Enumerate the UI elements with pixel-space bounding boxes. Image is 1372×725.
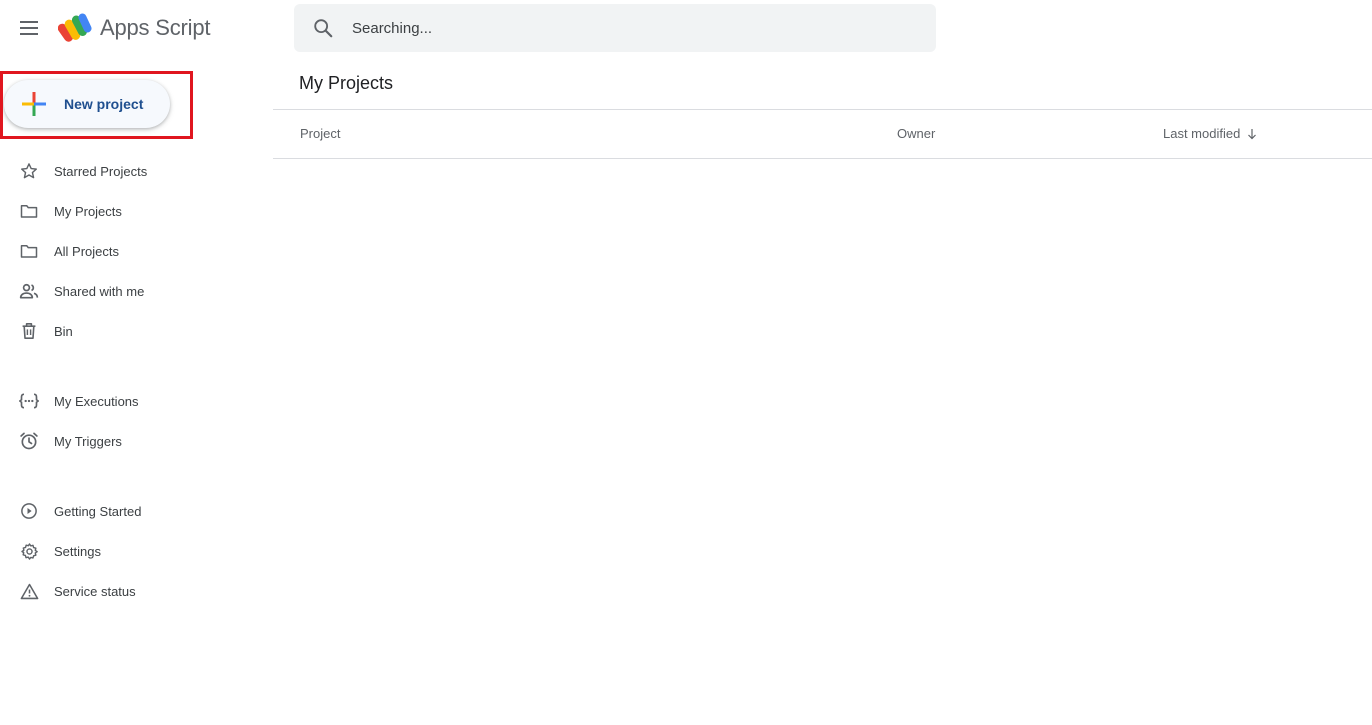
executions-icon	[19, 391, 39, 411]
new-project-label: New project	[64, 96, 144, 112]
sidebar-item-starred-projects[interactable]: Starred Projects	[0, 151, 260, 191]
sidebar-item-label: Starred Projects	[54, 163, 148, 179]
sidebar-item-label: My Triggers	[54, 433, 122, 449]
search-icon[interactable]	[312, 17, 334, 39]
column-header-label: Last modified	[1163, 126, 1241, 141]
divider	[273, 109, 1372, 110]
folder-icon	[19, 201, 39, 221]
sidebar-item-service-status[interactable]: Service status	[0, 571, 260, 611]
main-menu-button[interactable]	[14, 14, 46, 42]
sidebar-item-label: My Projects	[54, 203, 122, 219]
column-header-owner[interactable]: Owner	[897, 126, 935, 141]
sidebar-item-my-triggers[interactable]: My Triggers	[0, 421, 260, 461]
star-icon	[19, 161, 39, 181]
apps-script-dashboard: Apps Script New project Starred Projects…	[0, 0, 1372, 725]
warning-icon	[19, 581, 39, 601]
sidebar-item-label: All Projects	[54, 243, 120, 259]
divider	[273, 158, 1372, 159]
sidebar-item-getting-started[interactable]: Getting Started	[0, 491, 260, 531]
folder-icon	[19, 241, 39, 261]
sidebar-item-my-executions[interactable]: My Executions	[0, 381, 260, 421]
plus-icon	[22, 92, 46, 116]
apps-script-logo-icon	[58, 13, 92, 42]
new-project-button[interactable]: New project	[4, 80, 170, 128]
column-header-project[interactable]: Project	[300, 126, 340, 141]
sidebar-item-label: Service status	[54, 583, 136, 599]
search-input[interactable]	[352, 19, 912, 37]
gear-icon	[19, 541, 39, 561]
column-header-last-modified[interactable]: Last modified	[1163, 126, 1258, 141]
alarm-icon	[19, 431, 39, 451]
sidebar-item-label: Bin	[54, 323, 73, 339]
sidebar-item-label: Getting Started	[54, 503, 142, 519]
sidebar-item-label: Settings	[54, 543, 101, 559]
sidebar-item-bin[interactable]: Bin	[0, 311, 260, 351]
sidebar-item-label: Shared with me	[54, 283, 145, 299]
app-title: Apps Script	[100, 15, 211, 40]
search-bar[interactable]	[294, 4, 936, 52]
trash-icon	[19, 321, 39, 341]
sidebar-item-all-projects[interactable]: All Projects	[0, 231, 260, 271]
people-icon	[19, 281, 39, 301]
sidebar-item-my-projects[interactable]: My Projects	[0, 191, 260, 231]
sidebar-item-label: My Executions	[54, 393, 139, 409]
sidebar-item-shared-with-me[interactable]: Shared with me	[0, 271, 260, 311]
app-logo[interactable]: Apps Script	[58, 12, 210, 44]
hamburger-menu-icon	[20, 21, 38, 35]
page-title: My Projects	[299, 73, 394, 93]
sidebar-item-settings[interactable]: Settings	[0, 531, 260, 571]
arrow-down-icon	[1248, 128, 1257, 139]
play-circle-icon	[19, 501, 39, 521]
